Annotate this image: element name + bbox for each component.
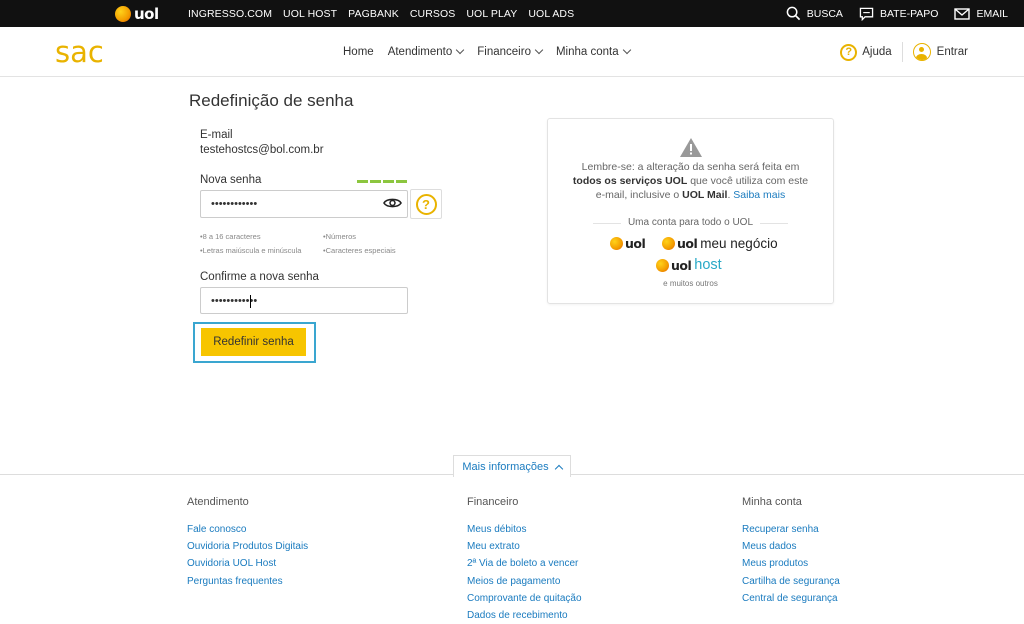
info-text: Lembre-se: a alteração da senha será fei… [572,161,809,201]
question-icon: ? [840,43,858,61]
password-strength-meter [357,180,407,183]
nav-minha-conta[interactable]: Minha conta [556,45,631,58]
saiba-mais-link[interactable]: Saiba mais [733,189,785,201]
footer-link[interactable]: Cartilha de segurança [742,573,840,590]
nav-home[interactable]: Home [343,46,374,58]
footer-link[interactable]: Meu extrato [467,538,582,555]
footer-link[interactable]: Meus produtos [742,555,840,572]
uol-ball-icon [610,237,623,250]
top-bar: uol INGRESSO.COM UOL HOST PAGBANK CURSOS… [0,0,1024,27]
top-link-uol-ads[interactable]: UOL ADS [528,8,574,20]
strength-segment [383,180,394,183]
footer-link[interactable]: Ouvidoria UOL Host [187,555,308,572]
header-right: ? Ajuda Entrar [840,27,968,77]
footer-link[interactable]: Meus débitos [467,521,582,538]
header: sac Home Atendimento Financeiro Minha co… [0,27,1024,77]
chevron-down-icon [534,45,544,55]
search-icon [786,6,800,21]
text-caret [250,295,251,308]
top-links: INGRESSO.COM UOL HOST PAGBANK CURSOS UOL… [188,0,585,27]
hint-special: •Caracteres especiais [323,246,396,255]
one-account-label: Uma conta para todo o UOL [627,217,754,228]
strength-segment [370,180,381,183]
footer-link[interactable]: Recuperar senha [742,521,840,538]
footer-link[interactable]: Fale conosco [187,521,308,538]
user-icon [912,43,931,61]
chat-button[interactable]: BATE-PAPO [859,7,938,21]
footer-link[interactable]: Meios de pagamento [467,573,582,590]
password-help-button[interactable]: ? [410,189,442,219]
and-many-others-label: e muitos outros [663,279,718,288]
footer-link[interactable]: Dados de recebimento [467,607,582,624]
page-title: Redefinição de senha [189,91,354,110]
footer-column-minha-conta: Minha conta Recuperar senha Meus dados M… [742,496,840,607]
top-link-uol-play[interactable]: UOL PLAY [466,8,517,20]
email-button[interactable]: EMAIL [954,8,1008,20]
hint-numbers: •Números [323,232,357,241]
brand-uol-host-logo: uol host [656,257,722,273]
footer-link[interactable]: Ouvidoria Produtos Digitais [187,538,308,555]
top-link-uol-host[interactable]: UOL HOST [283,8,337,20]
more-info-toggle[interactable]: Mais informações [453,455,571,477]
chat-icon [859,7,874,21]
footer-link[interactable]: Comprovante de quitação [467,590,582,607]
question-icon: ? [415,193,437,215]
uol-ball-icon [115,5,131,22]
nav-financeiro[interactable]: Financeiro [477,45,544,58]
chevron-down-icon [622,45,631,55]
top-link-ingresso[interactable]: INGRESSO.COM [188,8,272,20]
main-nav: Home Atendimento Financeiro Minha conta [343,27,644,77]
footer-link[interactable]: Perguntas frequentes [187,573,308,590]
brand-uol-logo: uol [610,236,646,251]
footer-link[interactable]: Central de segurança [742,590,840,607]
footer-column-title: Financeiro [467,496,519,508]
chevron-down-icon [456,45,465,55]
show-password-button[interactable] [383,196,402,215]
email-value: testehostcs@bol.com.br [200,144,324,156]
nav-atendimento[interactable]: Atendimento [388,45,465,58]
sac-logo[interactable]: sac [55,35,104,69]
mail-icon [954,7,971,20]
help-button[interactable]: ? Ajuda [840,43,892,61]
new-password-label: Nova senha [200,174,262,186]
footer-column-title: Minha conta [742,496,802,508]
brand-meu-negocio-logo: uol meu negócio [662,236,778,251]
chevron-up-icon [554,464,563,473]
footer-column-atendimento: Atendimento Fale conosco Ouvidoria Produ… [187,496,308,590]
hint-length: •8 a 16 caracteres [200,232,261,241]
new-password-field[interactable]: •••••••••••• [200,190,408,218]
footer-link[interactable]: Meus dados [742,538,840,555]
info-box: Lembre-se: a alteração da senha será fei… [547,118,834,304]
email-label: E-mail [200,129,233,141]
top-right-tools: BUSCA BATE-PAPO EMAIL [786,0,1024,27]
top-link-pagbank[interactable]: PAGBANK [348,8,399,20]
top-link-cursos[interactable]: CURSOS [410,8,456,20]
reset-password-button[interactable]: Redefinir senha [201,328,306,356]
uol-ball-icon [656,258,669,272]
login-button[interactable]: Entrar [912,43,968,61]
confirm-password-field[interactable]: •••••••••••• [200,287,408,314]
footer-column-financeiro: Financeiro Meus débitos Meu extrato 2ª V… [467,496,582,624]
strength-segment [357,180,368,183]
footer-column-title: Atendimento [187,496,249,508]
divider [901,42,903,62]
eye-icon [383,198,402,208]
uol-ball-icon [662,237,675,250]
search-button[interactable]: BUSCA [786,6,843,21]
footer-link[interactable]: 2ª Via de boleto a vencer [467,555,582,572]
hint-case: •Letras maiúscula e minúscula [200,246,302,255]
uol-logo[interactable]: uol [115,4,159,23]
strength-segment [396,180,407,183]
confirm-password-label: Confirme a nova senha [200,271,319,283]
